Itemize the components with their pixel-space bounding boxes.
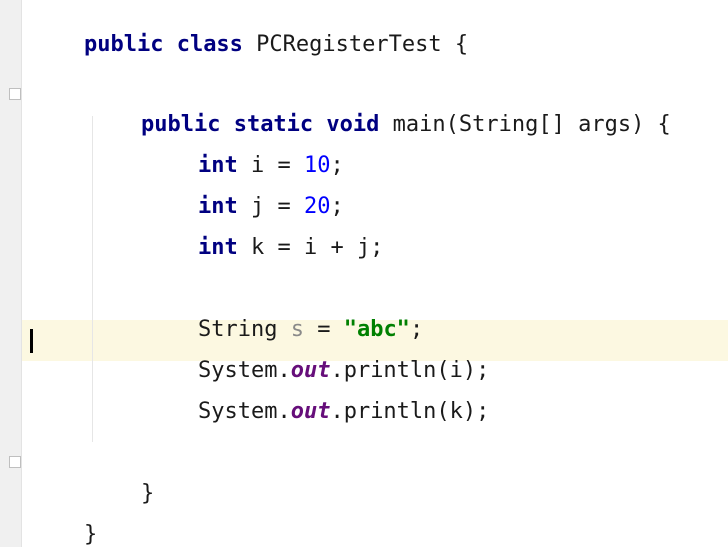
code-editor[interactable]: public class PCRegisterTest { public sta…	[0, 0, 728, 547]
keyword: public class	[83, 32, 243, 57]
code-line-8: System.out.println(k);	[145, 367, 489, 424]
static-field: out	[290, 399, 331, 424]
class-reference: System.	[197, 399, 291, 424]
text-caret	[30, 329, 33, 353]
code-line-6: String s = "abc";	[145, 285, 423, 342]
code-line-3: int i = 10;	[145, 121, 344, 178]
code-line-1: public class PCRegisterTest {	[31, 0, 468, 57]
code-line-7: System.out.println(i);	[145, 326, 489, 383]
method-call: .println(k);	[330, 399, 490, 424]
class-declaration: PCRegisterTest {	[242, 32, 469, 57]
assignment: k = i + j;	[237, 235, 384, 260]
code-line-2: public static void main(String[] args) {	[88, 80, 671, 137]
code-line-10: }	[31, 490, 97, 547]
method-signature: main(String[] args) {	[379, 112, 671, 137]
keyword: int	[197, 235, 238, 260]
editor-gutter[interactable]	[0, 0, 22, 547]
fold-close-icon[interactable]	[9, 456, 21, 468]
code-line-9: }	[88, 449, 154, 506]
code-line-4: int j = 20;	[145, 162, 344, 219]
closing-brace: }	[83, 522, 98, 547]
code-line-5: int k = i + j;	[145, 203, 383, 260]
fold-open-icon[interactable]	[9, 88, 21, 100]
closing-brace: }	[140, 481, 155, 506]
